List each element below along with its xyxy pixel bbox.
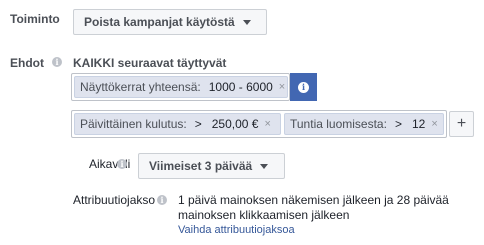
time-range-dropdown[interactable]: Viimeiset 3 päivää <box>138 153 285 179</box>
info-icon: i <box>298 81 309 93</box>
rule-value: 250,00 € <box>211 117 259 131</box>
rule-info-button[interactable]: i <box>290 73 317 101</box>
action-label: Toiminto <box>10 12 60 26</box>
attribution-text-line1: 1 päivä mainoksen näkemisen jälkeen ja 2… <box>178 193 449 207</box>
remove-icon[interactable]: × <box>279 81 285 93</box>
rule-value: 12 <box>411 117 426 131</box>
rule-key: Näyttökerrat yhteensä: <box>80 80 201 94</box>
conditions-label: Ehdot <box>10 56 44 70</box>
action-dropdown[interactable]: Poista kampanjat käytöstä <box>73 9 267 35</box>
remove-icon[interactable]: × <box>264 118 270 130</box>
action-dropdown-value: Poista kampanjat käytöstä <box>84 15 235 29</box>
rule-key: Päivittäinen kulutus: <box>80 117 187 131</box>
plus-icon: + <box>456 115 467 132</box>
rule-operator: > <box>394 117 402 131</box>
remove-icon[interactable]: × <box>431 118 437 130</box>
info-icon[interactable]: i <box>52 57 62 67</box>
rule-box-spend-hours[interactable]: Päivittäinen kulutus: > 250,00 € × Tunti… <box>71 110 447 138</box>
rule-key: Tuntia luomisesta: <box>290 117 387 131</box>
change-attribution-link[interactable]: Vaihda attribuutiojaksoa <box>178 224 295 236</box>
rule-value: 1000 - 6000 <box>208 80 273 94</box>
rule-token-daily-spend[interactable]: Päivittäinen kulutus: > 250,00 € × <box>74 113 281 135</box>
attribution-label: Attribuutiojakso <box>73 193 156 207</box>
rule-token-hours-since-creation[interactable]: Tuntia luomisesta: > 12 × <box>284 113 444 135</box>
info-icon[interactable]: i <box>157 195 167 205</box>
info-icon[interactable]: i <box>117 159 127 169</box>
rule-operator: > <box>194 117 202 131</box>
chevron-down-icon <box>242 19 251 25</box>
conditions-mode: KAIKKI seuraavat täyttyvät <box>73 56 227 70</box>
rule-box-impressions[interactable]: Näyttökerrat yhteensä: 1000 - 6000 × <box>71 73 290 101</box>
chevron-down-icon <box>260 163 269 169</box>
attribution-text-line2: mainoksen klikkaamisen jälkeen <box>178 208 350 222</box>
add-condition-button[interactable]: + <box>449 111 474 137</box>
rule-token-impressions[interactable]: Näyttökerrat yhteensä: 1000 - 6000 × <box>74 76 288 98</box>
time-range-value: Viimeiset 3 päivää <box>149 159 253 173</box>
